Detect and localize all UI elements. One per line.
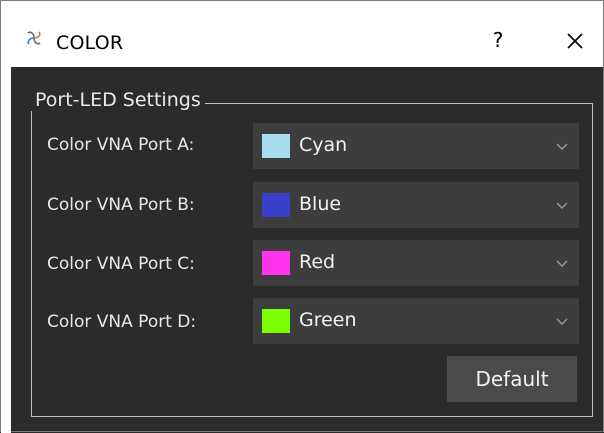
close-icon (566, 30, 584, 49)
default-button[interactable]: Default (447, 356, 577, 402)
port-b-label: Color VNA Port B: (47, 195, 195, 215)
chevron-down-icon (555, 255, 569, 269)
port-a-color-select[interactable]: Cyan (253, 123, 579, 169)
color-swatch (262, 193, 290, 217)
window-title: COLOR (56, 32, 124, 54)
color-swatch (262, 134, 290, 158)
port-c-color-select[interactable]: Red (253, 240, 579, 286)
port-b-color-select[interactable]: Blue (253, 182, 579, 228)
swirl-icon (24, 28, 44, 48)
selected-color: Blue (299, 193, 342, 215)
dialog-body: Port-LED Settings Color VNA Port A: Cyan… (11, 67, 603, 431)
chevron-down-icon (555, 138, 569, 152)
chevron-down-icon (555, 197, 569, 211)
title-bar: COLOR ? (1, 1, 603, 67)
window-left-edge (1, 67, 11, 433)
close-button[interactable] (559, 24, 591, 56)
port-c-label: Color VNA Port C: (47, 254, 195, 274)
selected-color: Green (299, 309, 357, 331)
port-d-color-select[interactable]: Green (253, 298, 579, 344)
color-dialog: COLOR ? Port-LED Settings Color VNA Port… (0, 0, 604, 433)
port-d-label: Color VNA Port D: (47, 312, 197, 332)
chevron-down-icon (555, 313, 569, 327)
selected-color: Red (299, 251, 336, 273)
help-button[interactable]: ? (483, 24, 513, 56)
color-swatch (262, 251, 290, 275)
group-title: Port-LED Settings (31, 89, 205, 111)
port-a-label: Color VNA Port A: (47, 135, 195, 155)
selected-color: Cyan (299, 134, 348, 156)
color-swatch (262, 309, 290, 333)
